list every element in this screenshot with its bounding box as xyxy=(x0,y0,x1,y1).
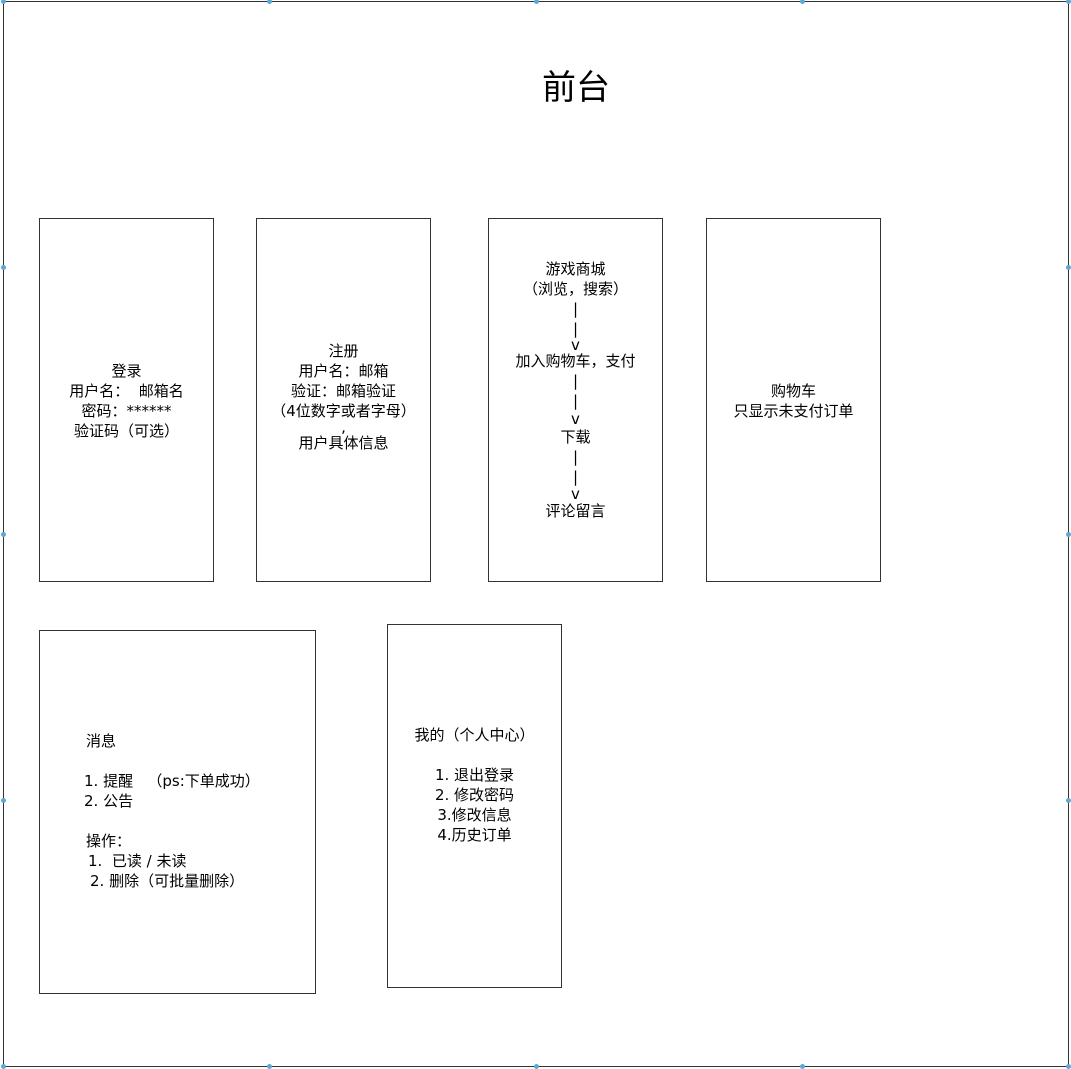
flow-connector: | xyxy=(572,392,579,410)
flow-arrow: v xyxy=(571,410,580,428)
resize-handle-bottom-left[interactable] xyxy=(1,1064,6,1069)
register-box[interactable]: 注册 用户名：邮箱 验证：邮箱验证 （4位数字或者字母） , 用户具体信息 xyxy=(256,218,431,582)
messages-op: 1. 已读 / 未读 xyxy=(88,852,187,870)
resize-handle-top-right[interactable] xyxy=(1066,0,1071,4)
flow-connector: | xyxy=(572,448,579,466)
store-step-cart-pay: 加入购物车，支付 xyxy=(515,352,636,370)
resize-handle-left-2[interactable] xyxy=(1,532,6,537)
profile-heading: 我的（个人中心） xyxy=(414,726,535,744)
messages-item: 2. 公告 xyxy=(84,792,134,810)
resize-handle-left-1[interactable] xyxy=(1,265,6,270)
store-step-browse: （浏览，搜索） xyxy=(522,280,628,298)
flow-connector: | xyxy=(572,300,579,318)
resize-handle-right-3[interactable] xyxy=(1066,798,1071,803)
cart-line: 只显示未支付订单 xyxy=(733,402,854,420)
resize-handle-right-1[interactable] xyxy=(1066,265,1071,270)
register-line: , xyxy=(341,418,346,436)
login-box[interactable]: 登录 用户名： 邮箱名 密码：****** 验证码（可选） xyxy=(39,218,214,582)
login-line: 密码：****** xyxy=(81,402,172,420)
profile-item: 2. 修改密码 xyxy=(434,786,515,804)
login-line: 用户名： 邮箱名 xyxy=(69,382,184,400)
resize-handle-bottom-3[interactable] xyxy=(800,1064,805,1069)
cart-box[interactable]: 购物车 只显示未支付订单 xyxy=(706,218,881,582)
messages-item: 1. 提醒 （ps:下单成功） xyxy=(84,772,260,790)
store-step-review: 评论留言 xyxy=(545,502,606,520)
flow-arrow: v xyxy=(571,485,580,503)
flow-connector: | xyxy=(572,372,579,390)
login-line: 验证码（可选） xyxy=(73,422,179,440)
register-line: 验证：邮箱验证 xyxy=(290,382,396,400)
register-line: 注册 xyxy=(328,342,359,360)
store-step-download: 下载 xyxy=(560,428,591,446)
resize-handle-right-2[interactable] xyxy=(1066,532,1071,537)
resize-handle-bottom-right[interactable] xyxy=(1066,1064,1071,1069)
resize-handle-bottom-1[interactable] xyxy=(267,1064,272,1069)
diagram-title: 前台 xyxy=(542,68,610,108)
register-line: 用户具体信息 xyxy=(298,434,389,452)
messages-box[interactable]: 消息 1. 提醒 （ps:下单成功） 2. 公告 操作： 1. 已读 / 未读 … xyxy=(39,630,316,994)
flow-arrow: v xyxy=(571,336,580,354)
store-flow-box[interactable]: 游戏商城 （浏览，搜索） | | v 加入购物车，支付 | | v 下载 | |… xyxy=(488,218,663,582)
cart-line: 购物车 xyxy=(770,382,816,400)
register-line: 用户名：邮箱 xyxy=(298,362,389,380)
profile-item: 3.修改信息 xyxy=(437,806,512,824)
messages-heading: 消息 xyxy=(86,732,117,750)
messages-op: 2. 删除（可批量删除） xyxy=(90,872,245,890)
profile-box[interactable]: 我的（个人中心） 1. 退出登录 2. 修改密码 3.修改信息 4.历史订单 xyxy=(387,624,562,988)
resize-handle-bottom-2[interactable] xyxy=(534,1064,539,1069)
store-step-title: 游戏商城 xyxy=(545,260,606,278)
profile-item: 4.历史订单 xyxy=(437,826,512,844)
messages-ops-heading: 操作： xyxy=(86,832,132,850)
resize-handle-left-3[interactable] xyxy=(1,798,6,803)
login-line: 登录 xyxy=(111,362,142,380)
flow-connector: | xyxy=(572,468,579,486)
profile-item: 1. 退出登录 xyxy=(434,766,515,784)
